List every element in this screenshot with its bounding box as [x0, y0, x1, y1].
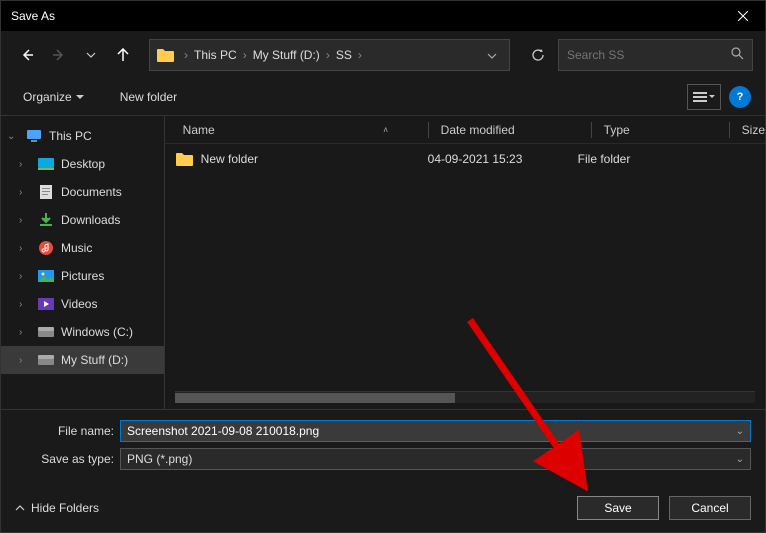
- drive-icon: [37, 352, 55, 368]
- chevron-right-icon: ›: [19, 355, 31, 366]
- refresh-button[interactable]: [522, 39, 554, 71]
- address-dropdown[interactable]: [481, 48, 503, 62]
- column-header-name[interactable]: Name ʌ: [183, 123, 428, 137]
- arrow-right-icon: [52, 48, 66, 62]
- file-row[interactable]: New folder 04-09-2021 15:23 File folder: [165, 144, 765, 174]
- refresh-icon: [531, 48, 545, 62]
- tree-item-music[interactable]: › Music: [1, 234, 164, 262]
- tree-item-videos[interactable]: › Videos: [1, 290, 164, 318]
- music-icon: [37, 240, 55, 256]
- filename-input[interactable]: [127, 424, 736, 438]
- downloads-icon: [37, 212, 55, 228]
- toolbar: Organize New folder ?: [1, 79, 765, 115]
- address-bar[interactable]: › This PC › My Stuff (D:) › SS ›: [149, 39, 510, 71]
- search-input[interactable]: [567, 48, 731, 62]
- tree-item-drived[interactable]: › My Stuff (D:): [1, 346, 164, 374]
- arrow-left-icon: [20, 48, 34, 62]
- file-list[interactable]: New folder 04-09-2021 15:23 File folder: [165, 144, 765, 391]
- tree-item-drivec[interactable]: › Windows (C:): [1, 318, 164, 346]
- file-list-pane: Name ʌ Date modified Type Size New folde…: [164, 116, 765, 409]
- caret-down-icon: [709, 95, 715, 99]
- filename-label: File name:: [15, 424, 120, 438]
- search-icon: [731, 47, 744, 63]
- recent-dropdown[interactable]: [77, 41, 105, 69]
- up-button[interactable]: [109, 41, 137, 69]
- new-folder-button[interactable]: New folder: [112, 86, 185, 108]
- navigation-bar: › This PC › My Stuff (D:) › SS ›: [1, 31, 765, 79]
- horizontal-scrollbar[interactable]: [175, 391, 755, 403]
- filetype-select[interactable]: PNG (*.png) ⌄: [120, 448, 751, 470]
- list-view-icon: [693, 91, 707, 103]
- column-header-size[interactable]: Size: [742, 123, 765, 137]
- chevron-right-icon: ›: [19, 271, 31, 282]
- cancel-button[interactable]: Cancel: [669, 496, 751, 520]
- chevron-up-icon: [15, 505, 25, 511]
- arrow-up-icon: [116, 48, 130, 62]
- close-button[interactable]: [720, 1, 765, 31]
- file-type: File folder: [578, 152, 631, 166]
- bottom-panel: File name: ⌄ Save as type: PNG (*.png) ⌄: [1, 409, 765, 484]
- chevron-right-icon: ›: [19, 159, 31, 170]
- tree-item-pictures[interactable]: › Pictures: [1, 262, 164, 290]
- back-button[interactable]: [13, 41, 41, 69]
- hide-folders-button[interactable]: Hide Folders: [15, 501, 99, 515]
- main-area: ⌄ This PC › Desktop › Documents › Downlo…: [1, 115, 765, 409]
- tree-item-desktop[interactable]: › Desktop: [1, 150, 164, 178]
- organize-button[interactable]: Organize: [15, 86, 92, 108]
- desktop-icon: [37, 156, 55, 172]
- documents-icon: [37, 184, 55, 200]
- breadcrumb: This PC › My Stuff (D:) › SS ›: [190, 46, 364, 64]
- save-as-dialog: Save As › This PC › My Stuff (D:): [0, 0, 766, 533]
- tree-item-downloads[interactable]: › Downloads: [1, 206, 164, 234]
- folder-icon: [175, 152, 193, 166]
- column-headers: Name ʌ Date modified Type Size: [165, 116, 765, 144]
- filename-field-wrapper: ⌄: [120, 420, 751, 442]
- breadcrumb-folder[interactable]: SS: [332, 46, 356, 64]
- chevron-right-icon: ›: [19, 187, 31, 198]
- sort-ascending-icon: ʌ: [384, 125, 388, 134]
- chevron-right-icon: ›: [241, 48, 249, 62]
- titlebar: Save As: [1, 1, 765, 31]
- close-icon: [738, 11, 748, 21]
- chevron-down-icon[interactable]: ⌄: [736, 426, 744, 437]
- column-header-type[interactable]: Type: [604, 123, 729, 137]
- chevron-right-icon: ›: [356, 48, 364, 62]
- folder-icon: [156, 47, 176, 63]
- chevron-right-icon: ›: [19, 243, 31, 254]
- pictures-icon: [37, 268, 55, 284]
- caret-down-icon: [76, 95, 84, 100]
- breadcrumb-drive[interactable]: My Stuff (D:): [249, 46, 324, 64]
- chevron-down-icon: ⌄: [736, 454, 744, 465]
- chevron-down-icon: ⌄: [7, 131, 19, 142]
- view-options-button[interactable]: [687, 84, 721, 110]
- forward-button[interactable]: [45, 41, 73, 69]
- question-icon: ?: [737, 91, 744, 103]
- help-button[interactable]: ?: [729, 86, 751, 108]
- search-box[interactable]: [558, 39, 753, 71]
- action-bar: Hide Folders Save Cancel: [1, 484, 765, 532]
- file-date: 04-09-2021 15:23: [428, 152, 523, 166]
- chevron-right-icon: ›: [19, 215, 31, 226]
- save-button[interactable]: Save: [577, 496, 659, 520]
- filetype-label: Save as type:: [15, 452, 120, 466]
- window-title: Save As: [11, 9, 55, 23]
- chevron-right-icon: ›: [182, 48, 190, 62]
- column-header-date[interactable]: Date modified: [441, 123, 591, 137]
- drive-icon: [37, 324, 55, 340]
- tree-item-documents[interactable]: › Documents: [1, 178, 164, 206]
- chevron-right-icon: ›: [19, 299, 31, 310]
- videos-icon: [37, 296, 55, 312]
- scrollbar-thumb[interactable]: [175, 393, 455, 403]
- chevron-right-icon: ›: [324, 48, 332, 62]
- tree-item-thispc[interactable]: ⌄ This PC: [1, 122, 164, 150]
- chevron-down-icon: [86, 52, 96, 58]
- navigation-tree: ⌄ This PC › Desktop › Documents › Downlo…: [1, 116, 164, 409]
- file-name: New folder: [201, 152, 258, 166]
- pc-icon: [25, 128, 43, 144]
- chevron-down-icon: [487, 53, 497, 59]
- breadcrumb-thispc[interactable]: This PC: [190, 46, 241, 64]
- chevron-right-icon: ›: [19, 327, 31, 338]
